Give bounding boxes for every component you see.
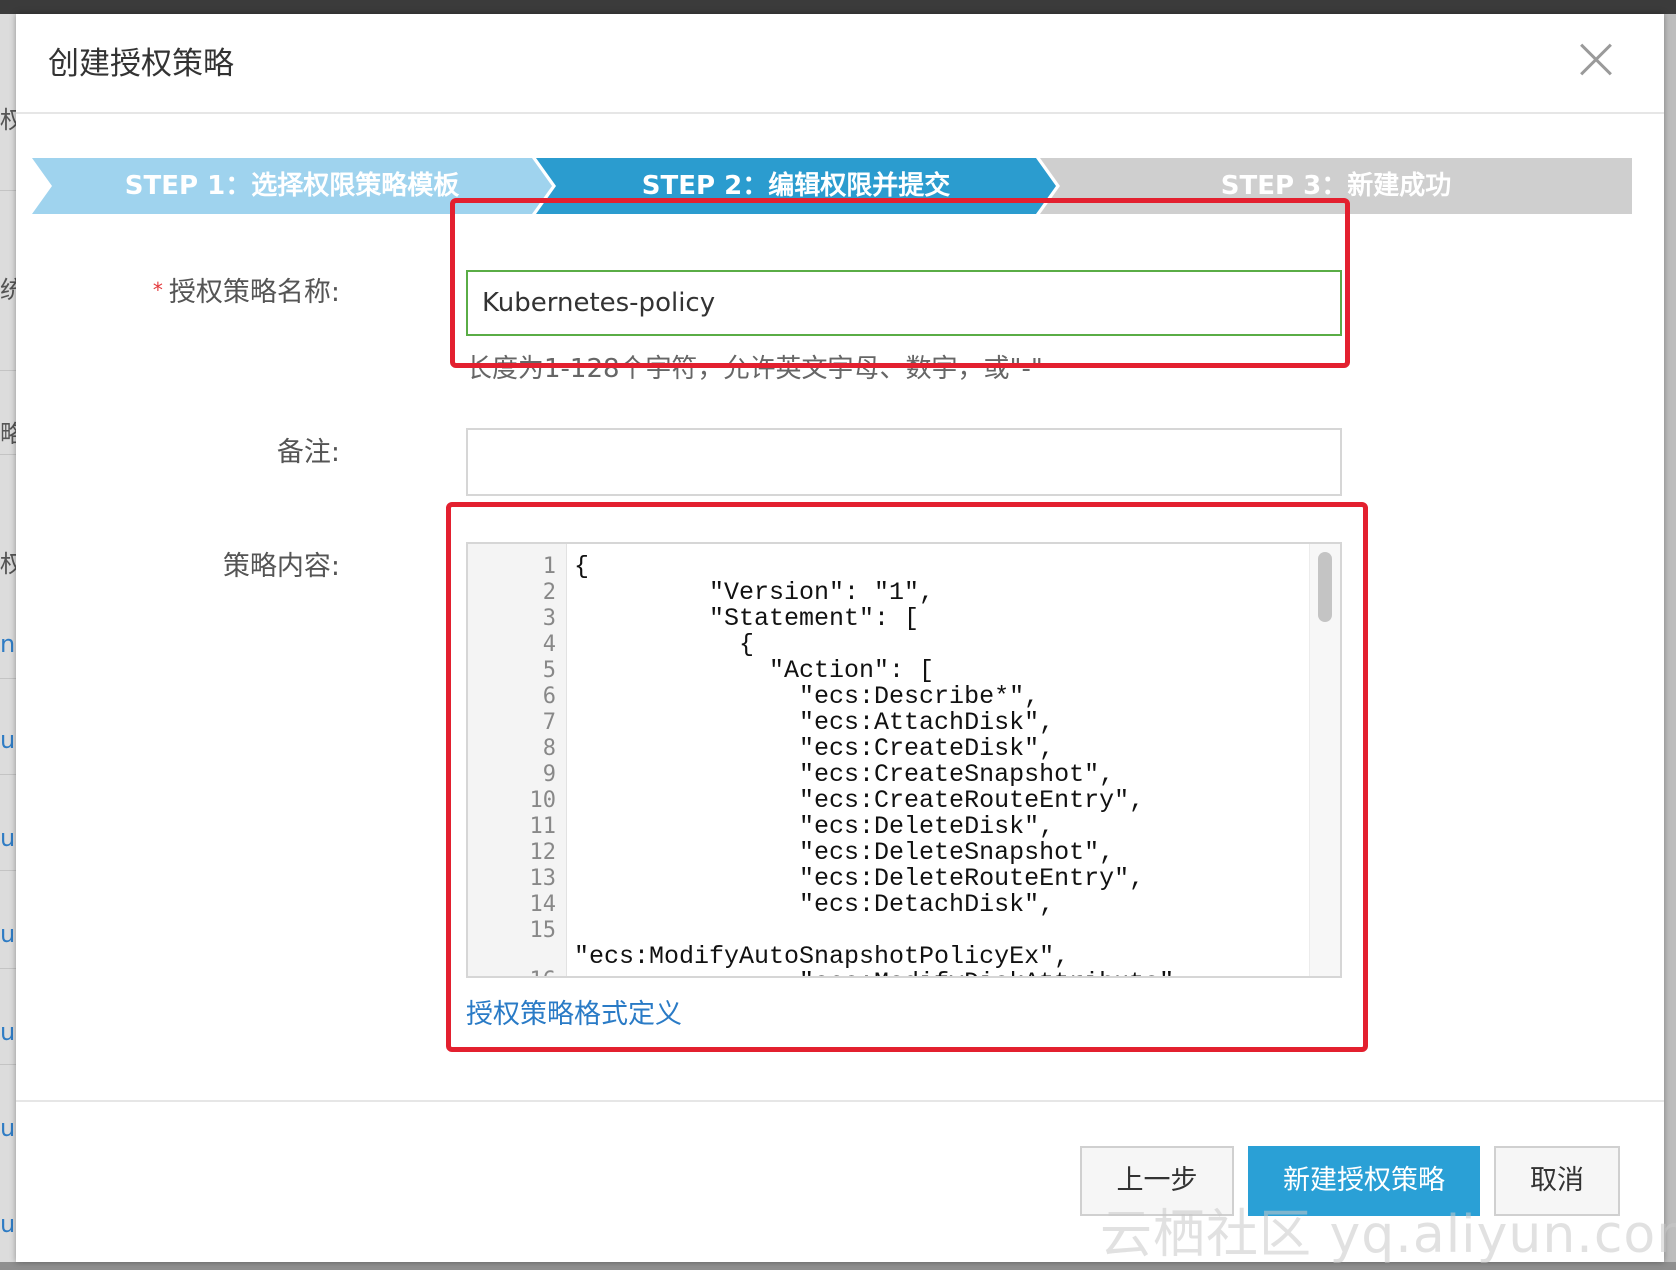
- background-divider: [0, 968, 16, 969]
- create-policy-dialog: 创建授权策略 STEP 1：选择权限策略模板 STEP 2：编辑权限并提交 ST…: [16, 14, 1664, 1262]
- dialog-header: 创建授权策略: [16, 14, 1664, 114]
- highlight-box-name: [450, 198, 1350, 368]
- background-peek-text: u: [0, 726, 16, 754]
- highlight-box-content: [446, 502, 1368, 1052]
- background-peek-text: ni: [0, 630, 16, 658]
- note-input[interactable]: [466, 428, 1342, 496]
- close-icon[interactable]: [1572, 36, 1620, 84]
- background-peek-text: u: [0, 824, 16, 852]
- background-right-edge: [1664, 14, 1676, 1270]
- background-peek-text: u: [0, 1210, 16, 1238]
- note-label: 备注:: [276, 437, 340, 468]
- background-divider: [0, 370, 16, 371]
- policy-content-label: 策略内容:: [222, 551, 340, 582]
- policy-name-label-text: 授权策略名称:: [168, 277, 340, 308]
- watermark: 云栖社区 yq.aliyun.com: [1100, 1205, 1676, 1265]
- background-peek-text: u: [0, 920, 16, 948]
- policy-name-label: * 授权策略名称:: [153, 270, 340, 309]
- dialog-title: 创建授权策略: [48, 46, 234, 82]
- background-peek-text: 权: [0, 106, 16, 134]
- background-peek-text: u: [0, 1018, 16, 1046]
- background-divider: [0, 454, 16, 455]
- required-mark: *: [152, 278, 163, 302]
- background-divider: [0, 774, 16, 775]
- background-left-panel: 权 统 略 权 ni u u u u u u: [0, 14, 17, 1270]
- background-peek-text: 统: [0, 276, 16, 304]
- background-divider: [0, 870, 16, 871]
- footer-divider: [16, 1100, 1664, 1102]
- background-peek-text: 略: [0, 420, 16, 448]
- background-divider: [0, 1064, 16, 1065]
- background-peek-text: u: [0, 1114, 16, 1142]
- background-top-bar: [0, 0, 1676, 14]
- background-divider: [0, 678, 16, 679]
- background-divider: [0, 190, 16, 191]
- background-peek-text: 权: [0, 550, 16, 578]
